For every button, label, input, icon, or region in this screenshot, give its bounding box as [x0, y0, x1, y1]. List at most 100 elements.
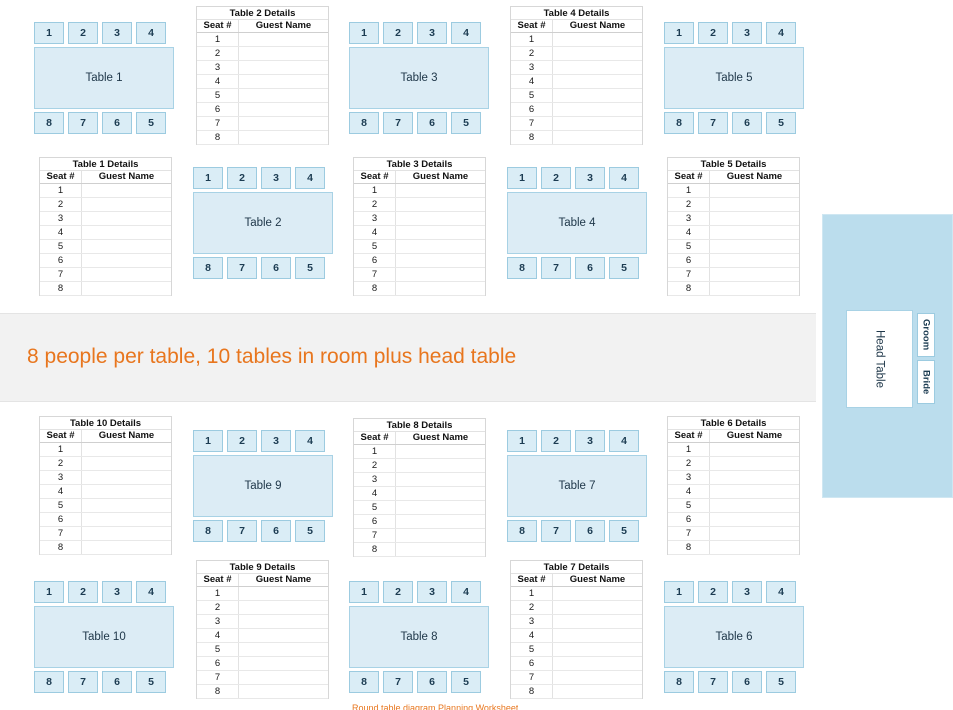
details-guest-name-cell[interactable] — [710, 226, 799, 239]
details-guest-name-cell[interactable] — [396, 543, 485, 556]
details-guest-name-cell[interactable] — [710, 541, 799, 554]
seat-box[interactable]: 2 — [68, 22, 98, 44]
seat-box[interactable]: 3 — [102, 22, 132, 44]
details-guest-name-cell[interactable] — [396, 459, 485, 472]
seat-box[interactable]: 3 — [575, 167, 605, 189]
details-guest-name-cell[interactable] — [239, 61, 328, 74]
details-guest-name-cell[interactable] — [239, 117, 328, 130]
seat-box[interactable]: 4 — [295, 167, 325, 189]
table-surface-t10[interactable]: Table 10 — [34, 606, 174, 668]
seat-box[interactable]: 8 — [507, 520, 537, 542]
details-guest-name-cell[interactable] — [710, 527, 799, 540]
head-seat-groom[interactable]: Groom — [917, 313, 935, 357]
details-guest-name-cell[interactable] — [82, 485, 171, 498]
seat-box[interactable]: 6 — [261, 520, 291, 542]
details-guest-name-cell[interactable] — [239, 615, 328, 628]
details-guest-name-cell[interactable] — [239, 601, 328, 614]
details-guest-name-cell[interactable] — [710, 198, 799, 211]
details-guest-name-cell[interactable] — [82, 282, 171, 295]
seat-box[interactable]: 7 — [383, 671, 413, 693]
details-guest-name-cell[interactable] — [239, 587, 328, 600]
seat-box[interactable]: 4 — [136, 22, 166, 44]
details-guest-name-cell[interactable] — [396, 198, 485, 211]
seat-box[interactable]: 2 — [698, 581, 728, 603]
details-guest-name-cell[interactable] — [239, 75, 328, 88]
details-guest-name-cell[interactable] — [396, 445, 485, 458]
seat-box[interactable]: 2 — [227, 430, 257, 452]
seat-box[interactable]: 5 — [766, 671, 796, 693]
head-table[interactable]: Head Table — [846, 310, 913, 408]
details-guest-name-cell[interactable] — [239, 33, 328, 46]
details-guest-name-cell[interactable] — [396, 282, 485, 295]
details-guest-name-cell[interactable] — [553, 657, 642, 670]
details-guest-name-cell[interactable] — [553, 117, 642, 130]
details-guest-name-cell[interactable] — [239, 671, 328, 684]
table-surface-t8[interactable]: Table 8 — [349, 606, 489, 668]
seat-box[interactable]: 4 — [451, 581, 481, 603]
table-surface-t4[interactable]: Table 4 — [507, 192, 647, 254]
table-surface-t3[interactable]: Table 3 — [349, 47, 489, 109]
seat-box[interactable]: 4 — [766, 581, 796, 603]
seat-box[interactable]: 5 — [609, 520, 639, 542]
seat-box[interactable]: 4 — [609, 167, 639, 189]
details-guest-name-cell[interactable] — [710, 184, 799, 197]
table-surface-t6[interactable]: Table 6 — [664, 606, 804, 668]
seat-box[interactable]: 7 — [541, 257, 571, 279]
seat-box[interactable]: 4 — [136, 581, 166, 603]
seat-box[interactable]: 7 — [698, 671, 728, 693]
seat-box[interactable]: 2 — [227, 167, 257, 189]
seat-box[interactable]: 4 — [766, 22, 796, 44]
seat-box[interactable]: 3 — [732, 22, 762, 44]
details-guest-name-cell[interactable] — [82, 541, 171, 554]
details-guest-name-cell[interactable] — [553, 47, 642, 60]
seat-box[interactable]: 3 — [575, 430, 605, 452]
seat-box[interactable]: 5 — [295, 520, 325, 542]
details-guest-name-cell[interactable] — [239, 657, 328, 670]
seat-box[interactable]: 7 — [383, 112, 413, 134]
details-guest-name-cell[interactable] — [553, 671, 642, 684]
seat-box[interactable]: 6 — [732, 112, 762, 134]
details-guest-name-cell[interactable] — [710, 240, 799, 253]
details-guest-name-cell[interactable] — [553, 601, 642, 614]
details-guest-name-cell[interactable] — [710, 499, 799, 512]
details-guest-name-cell[interactable] — [553, 615, 642, 628]
details-guest-name-cell[interactable] — [239, 629, 328, 642]
details-guest-name-cell[interactable] — [553, 103, 642, 116]
details-guest-name-cell[interactable] — [553, 61, 642, 74]
seat-box[interactable]: 1 — [193, 167, 223, 189]
table-surface-t9[interactable]: Table 9 — [193, 455, 333, 517]
seat-box[interactable]: 8 — [193, 520, 223, 542]
details-guest-name-cell[interactable] — [82, 471, 171, 484]
seat-box[interactable]: 4 — [609, 430, 639, 452]
details-guest-name-cell[interactable] — [396, 515, 485, 528]
details-guest-name-cell[interactable] — [239, 131, 328, 144]
seat-box[interactable]: 3 — [261, 430, 291, 452]
seat-box[interactable]: 3 — [261, 167, 291, 189]
seat-box[interactable]: 7 — [698, 112, 728, 134]
seat-box[interactable]: 3 — [102, 581, 132, 603]
details-guest-name-cell[interactable] — [82, 499, 171, 512]
details-guest-name-cell[interactable] — [710, 212, 799, 225]
details-guest-name-cell[interactable] — [82, 184, 171, 197]
seat-box[interactable]: 6 — [417, 112, 447, 134]
table-surface-t1[interactable]: Table 1 — [34, 47, 174, 109]
seat-box[interactable]: 8 — [34, 112, 64, 134]
seat-box[interactable]: 1 — [34, 22, 64, 44]
details-guest-name-cell[interactable] — [710, 471, 799, 484]
details-guest-name-cell[interactable] — [82, 443, 171, 456]
table-surface-t2[interactable]: Table 2 — [193, 192, 333, 254]
seat-box[interactable]: 2 — [541, 430, 571, 452]
details-guest-name-cell[interactable] — [710, 282, 799, 295]
seat-box[interactable]: 6 — [261, 257, 291, 279]
seat-box[interactable]: 1 — [507, 167, 537, 189]
details-guest-name-cell[interactable] — [553, 629, 642, 642]
seat-box[interactable]: 4 — [451, 22, 481, 44]
seat-box[interactable]: 5 — [136, 671, 166, 693]
seat-box[interactable]: 6 — [102, 671, 132, 693]
details-guest-name-cell[interactable] — [553, 75, 642, 88]
seat-box[interactable]: 7 — [68, 112, 98, 134]
details-guest-name-cell[interactable] — [553, 587, 642, 600]
seat-box[interactable]: 1 — [664, 22, 694, 44]
details-guest-name-cell[interactable] — [553, 89, 642, 102]
details-guest-name-cell[interactable] — [396, 240, 485, 253]
